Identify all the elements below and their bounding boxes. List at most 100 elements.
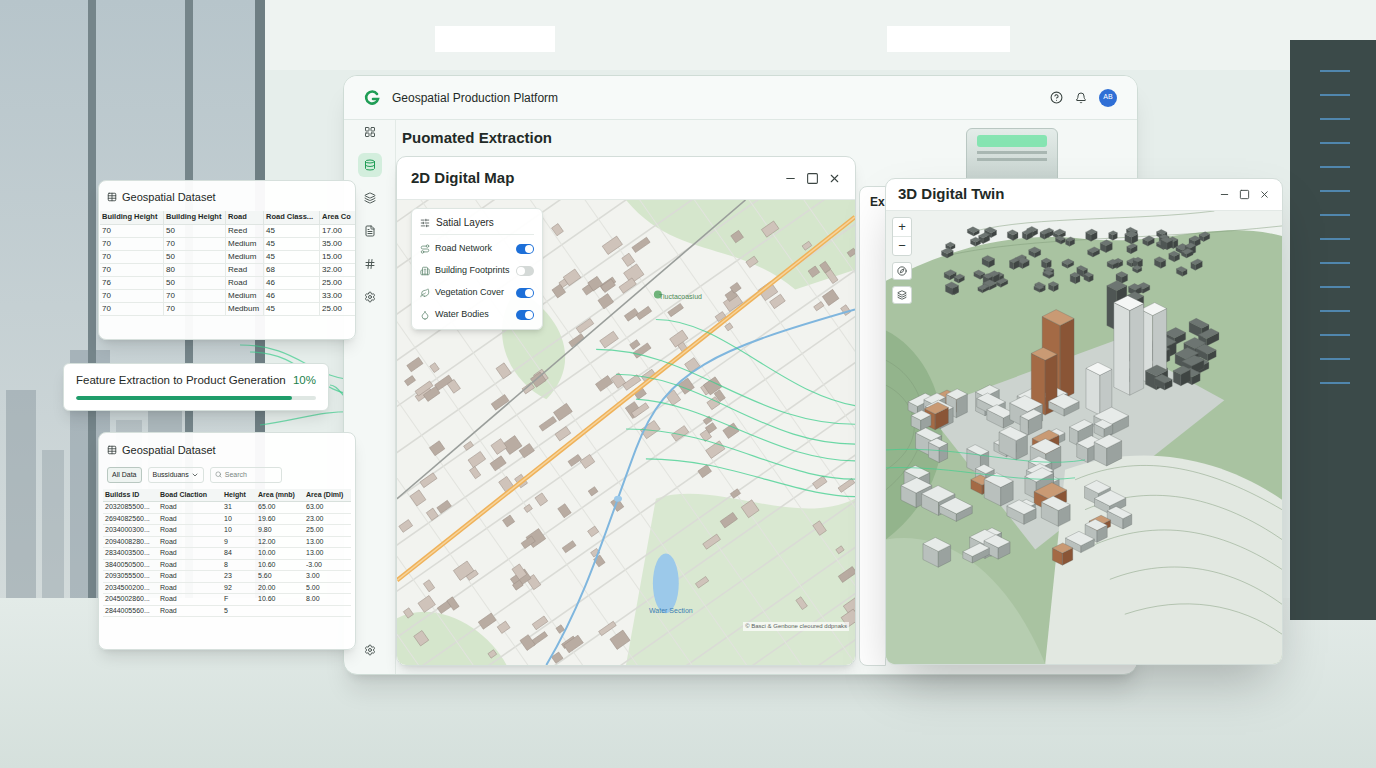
dataset-title: Geospatial Dataset bbox=[122, 442, 216, 459]
table-cell: 8.00 bbox=[304, 594, 351, 606]
column-header[interactable]: Road bbox=[226, 211, 264, 225]
server-rack bbox=[1290, 40, 1376, 620]
table-cell: 5.00 bbox=[304, 583, 351, 595]
table-cell: Road bbox=[158, 525, 222, 537]
sidebar-item[interactable] bbox=[358, 219, 382, 243]
filter-chip[interactable]: All Data bbox=[107, 467, 142, 484]
page-heading-row: Puomated Extraction bbox=[396, 120, 856, 156]
close-icon[interactable] bbox=[1259, 189, 1270, 200]
table-cell: 8 bbox=[222, 560, 256, 572]
sidebar-item[interactable] bbox=[358, 120, 382, 144]
twin-window: 3D Digital Twin +− bbox=[885, 178, 1283, 665]
minimize-icon[interactable] bbox=[784, 172, 797, 185]
zoom-out-button[interactable]: − bbox=[893, 237, 911, 255]
table-cell: 33.00 bbox=[320, 290, 356, 303]
app-header: Geospatial Production PlatformAB bbox=[344, 76, 1137, 120]
column-header[interactable]: Road Class... bbox=[264, 211, 320, 225]
rack-led bbox=[1320, 118, 1350, 120]
layer-row[interactable]: Water Bodies bbox=[420, 307, 534, 323]
map-title: 2D Digital Map bbox=[411, 167, 514, 190]
water-icon bbox=[420, 310, 430, 320]
maximize-icon[interactable] bbox=[1239, 189, 1250, 200]
table-cell: 2034500200... bbox=[103, 583, 158, 595]
toggle-knob bbox=[525, 311, 533, 319]
layer-toggle[interactable] bbox=[516, 266, 534, 276]
sidebar-item[interactable] bbox=[358, 252, 382, 276]
map-canvas[interactable]: TiuctacoasiudWater Section© Basci & Genb… bbox=[397, 200, 855, 665]
content-area: Puomated Extraction 2D Digital Map Tiuctac… bbox=[396, 120, 856, 674]
table-cell: 3840050500... bbox=[103, 560, 158, 572]
table-cell: Road bbox=[158, 583, 222, 595]
vegetation-icon bbox=[420, 288, 430, 298]
column-header[interactable]: Building Height bbox=[100, 211, 164, 225]
sidebar-item[interactable] bbox=[358, 638, 382, 662]
table-cell: 2694082560... bbox=[103, 514, 158, 526]
column-header[interactable]: Height bbox=[222, 489, 256, 502]
rack-led bbox=[1320, 190, 1350, 192]
table-cell: 70 bbox=[164, 303, 226, 316]
layer-toggle[interactable] bbox=[516, 288, 534, 298]
rack-led bbox=[1320, 262, 1350, 264]
help-icon[interactable] bbox=[1050, 91, 1063, 104]
compass-button[interactable] bbox=[892, 262, 912, 280]
sidebar-item[interactable] bbox=[358, 285, 382, 309]
layer-row[interactable]: Vegetation Cover bbox=[420, 285, 534, 301]
maximize-icon[interactable] bbox=[806, 172, 819, 185]
table-cell: 45 bbox=[264, 251, 320, 264]
rack-led bbox=[1320, 70, 1350, 72]
table-cell: 25.00 bbox=[320, 277, 356, 290]
layer-row[interactable]: Building Footprints bbox=[420, 263, 534, 279]
hidden-window-title: Ex bbox=[860, 187, 885, 211]
twin-title: 3D Digital Twin bbox=[898, 183, 1004, 206]
layers-icon bbox=[420, 218, 430, 228]
sidebar-item[interactable] bbox=[358, 153, 382, 177]
table-cell: Road bbox=[158, 537, 222, 549]
column-header[interactable]: Building Height bbox=[164, 211, 226, 225]
map-label: Tiuctacoasiud bbox=[659, 292, 702, 303]
table-cell: 45 bbox=[264, 238, 320, 251]
layer-row[interactable]: Road Network bbox=[420, 241, 534, 257]
column-header[interactable]: Boad Claction bbox=[158, 489, 222, 502]
map-titlebar: 2D Digital Map bbox=[397, 157, 855, 200]
chevron-down-icon bbox=[191, 471, 199, 479]
progress-header: Feature Extraction to Product Generation… bbox=[76, 372, 316, 389]
layer-toggle[interactable] bbox=[516, 244, 534, 254]
table-cell: Medium bbox=[226, 238, 264, 251]
progress-fill bbox=[76, 396, 292, 400]
close-icon[interactable] bbox=[828, 172, 841, 185]
table-cell: 10 bbox=[222, 514, 256, 526]
column-header[interactable]: Area (Diml) bbox=[304, 489, 351, 502]
table-cell: Road bbox=[158, 571, 222, 583]
table-cell bbox=[304, 606, 351, 618]
twin-canvas[interactable]: +− bbox=[886, 211, 1282, 664]
column-header[interactable]: Buildss ID bbox=[103, 489, 158, 502]
minimize-icon[interactable] bbox=[1219, 189, 1230, 200]
search-field[interactable]: Search bbox=[210, 467, 282, 484]
table-cell: 2844005560... bbox=[103, 606, 158, 618]
table-cell: 9.80 bbox=[256, 525, 304, 537]
app-scene: Geospatial Production PlatformABPuomated… bbox=[0, 0, 1376, 768]
sidebar-item[interactable] bbox=[358, 186, 382, 210]
zoom-in-button[interactable]: + bbox=[893, 218, 911, 237]
sidebar-icon bbox=[364, 126, 376, 138]
dataset-table: Building HeightBuilding HeightRoadRoad C… bbox=[100, 211, 354, 316]
table-cell: 23.00 bbox=[304, 514, 351, 526]
layers-panel-title: Satial Layers bbox=[436, 215, 494, 230]
sidebar-icon bbox=[364, 225, 376, 237]
twin-titlebar: 3D Digital Twin bbox=[886, 179, 1282, 211]
table-cell: Reed bbox=[226, 225, 264, 238]
toggle-knob bbox=[525, 245, 533, 253]
table-cell: 2034000300... bbox=[103, 525, 158, 537]
category-dropdown[interactable]: Bussiduans bbox=[148, 467, 204, 484]
column-header[interactable]: Area Co bbox=[320, 211, 356, 225]
page-heading: Puomated Extraction bbox=[402, 129, 552, 146]
table-cell: 17.00 bbox=[320, 225, 356, 238]
layers-button[interactable] bbox=[892, 286, 912, 304]
zoom-control: +− bbox=[892, 217, 912, 256]
user-avatar[interactable]: AB bbox=[1099, 89, 1117, 107]
layer-label: Building Footprints bbox=[435, 264, 511, 278]
bell-icon[interactable] bbox=[1075, 92, 1087, 104]
column-header[interactable]: Area (mnb) bbox=[256, 489, 304, 502]
layer-toggle[interactable] bbox=[516, 310, 534, 320]
table-cell: 70 bbox=[100, 303, 164, 316]
